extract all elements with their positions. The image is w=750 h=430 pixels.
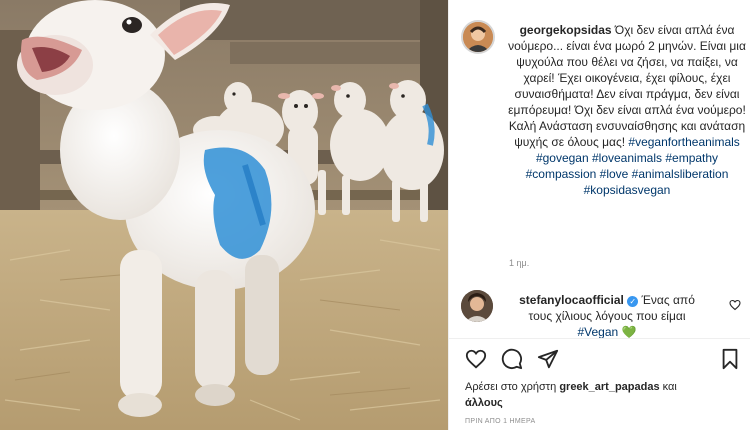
like-button[interactable] [465, 348, 487, 370]
comment-button[interactable] [501, 348, 523, 370]
bookmark-icon [722, 348, 738, 370]
comment-username[interactable]: stefanylocaofficial [519, 293, 624, 307]
comment-hashtag[interactable]: #Vegan [577, 325, 618, 339]
likes-middle: και [659, 381, 677, 393]
commenter-avatar-image [461, 290, 493, 322]
post-timestamp[interactable]: ΠΡΙΝ ΑΠΟ 1 ΗΜΕΡΑ [465, 418, 535, 425]
avatar[interactable] [461, 290, 493, 322]
likes-user[interactable]: greek_art_papadas [559, 381, 659, 393]
post-actions-bar [465, 348, 741, 370]
divider [449, 338, 750, 339]
caption-text: Όχι δεν είναι απλά ένα νούμερο... είναι … [508, 23, 746, 149]
post-photo[interactable] [0, 0, 448, 430]
user-avatar-image [463, 22, 493, 52]
post-caption: georgekopsidas Όχι δεν είναι απλά ένα νο… [507, 22, 747, 198]
likes-prefix: Αρέσει στο χρήστη [465, 381, 560, 393]
share-button[interactable] [537, 348, 559, 370]
post-username[interactable]: georgekopsidas [520, 23, 612, 37]
heart-icon [729, 299, 741, 311]
comment-like-button[interactable] [729, 298, 741, 316]
caption-time: 1 ημ. [509, 258, 530, 268]
save-button[interactable] [719, 348, 741, 370]
paper-plane-icon [537, 349, 559, 369]
comment-icon [501, 348, 523, 370]
green-heart-emoji: 💚 [621, 325, 637, 339]
likes-summary: Αρέσει στο χρήστη greek_art_papadas και … [465, 379, 741, 411]
avatar[interactable] [461, 20, 495, 54]
verified-badge-icon: ✓ [627, 296, 639, 307]
post-sidebar: georgekopsidas Όχι δεν είναι απλά ένα νο… [448, 0, 750, 430]
heart-icon [465, 349, 487, 369]
likes-others[interactable]: άλλους [465, 397, 503, 409]
comment-text: stefanylocaofficial ✓ Ένας από τους χίλι… [507, 292, 707, 340]
lamb-photo [0, 0, 448, 430]
